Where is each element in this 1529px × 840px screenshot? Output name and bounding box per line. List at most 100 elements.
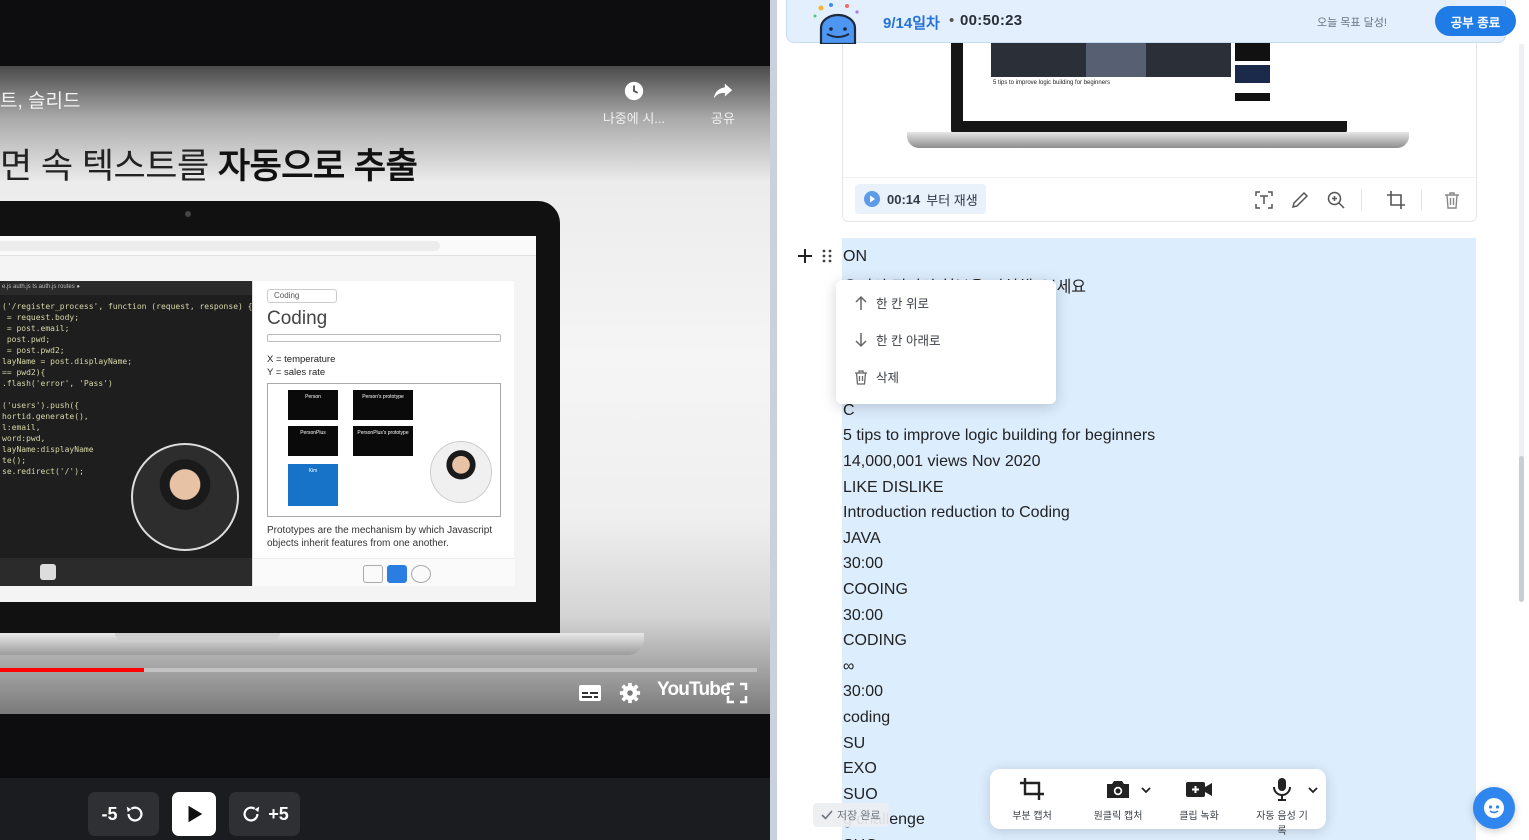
ocr-line: EXO [843,760,877,777]
share-button[interactable]: 공유 [683,80,763,127]
fig-box: Person [288,390,338,420]
microphone-icon [1273,778,1291,801]
code-line: = post.pwd2; [2,346,65,355]
play-button[interactable] [172,792,216,836]
chevron-down-icon[interactable] [1141,786,1151,794]
thumb-screen: 5 tips to improve logic building for beg… [963,43,1348,121]
end-study-button[interactable]: 공부 종료 [1435,6,1516,36]
ocr-line: SUO [843,786,878,803]
one-click-capture-label: 원클릭 캡처 [1093,811,1143,822]
slide-heading-light: 면 속 텍스트를 [0,147,218,186]
trash-icon[interactable] [1442,190,1462,210]
doc-caption: Prototypes are the mechanism by which Ja… [267,525,493,549]
ocr-line: COOING [843,581,908,598]
presenter-avatar [131,443,239,551]
thumb-side-video [1235,65,1270,83]
trash-icon [855,369,867,385]
code-line: == pwd2){ [2,368,46,377]
add-block-icon[interactable] [797,248,813,264]
video-pane: 트, 슬리드 면 속 텍스트를 자동으로 추출 나중에 시... 공유 e.js… [0,0,770,840]
pause-mini-icon [40,564,56,580]
fig-box: PersonPlus's prototype [353,426,413,456]
clip-record-label: 클립 녹화 [1179,811,1219,822]
chat-bot-icon [1484,798,1504,818]
play-circle-icon [864,191,880,207]
video-title[interactable]: 트, 슬리드 [0,86,80,113]
ocr-line: 5 tips to improve logic building for beg… [843,427,1156,444]
thumb-side-video [1235,93,1270,101]
clock-icon [624,81,644,101]
move-up-label: 한 칸 위로 [876,297,929,311]
ocr-line: 30:00 [843,555,884,572]
thumb-video [991,43,1231,77]
save-status-label: 저장 완료 [837,810,881,822]
watch-later-label: 나중에 시... [602,111,666,126]
fig-box: PersonPlus [288,426,338,456]
scrollbar-thumb[interactable] [1519,456,1524,602]
block-context-menu: 한 칸 위로 한 칸 아래로 삭제 [836,280,1056,404]
ocr-line: Introduction reduction to Coding [843,504,1070,521]
fullscreen-icon[interactable] [726,682,748,704]
capture-card: 5 tips to improve logic building for beg… [842,43,1477,222]
one-click-capture-button[interactable]: 원클릭 캡처 [1088,777,1148,822]
code-line: hortid.generate(), [2,412,89,421]
note-pane: 5 tips to improve logic building for beg… [777,0,1529,840]
zoom-icon[interactable] [1326,190,1346,210]
chevron-down-icon[interactable] [1308,786,1318,794]
fig-box: Kim [288,464,338,506]
ocr-line: LIKE DISLIKE [843,479,944,496]
partial-capture-button[interactable]: 부분 캡처 [1010,777,1054,822]
doc-footer [253,558,515,586]
doc-title: Coding [267,308,328,329]
study-timer: 00:50:23 [960,12,1023,29]
pen-icon[interactable] [1290,190,1310,210]
youtube-logo[interactable]: YouTube [657,679,731,701]
watch-later-button[interactable]: 나중에 시... [594,80,674,127]
mascot-icon [813,3,859,44]
crop-icon[interactable] [1386,190,1406,210]
settings-gear-icon[interactable] [619,682,641,704]
doc-xy: X = temperature Y = sales rate [267,353,335,379]
code-line: l:email, [2,423,41,432]
browser-bar [0,236,536,256]
video-laptop-screen: e.js auth.js ts auth.js routes ● ('/regi… [0,236,536,602]
slide-heading-bold: 자동으로 추출 [217,147,418,186]
text-extract-icon[interactable] [1254,190,1274,210]
block-handle [797,248,837,264]
video-laptop-notch [115,633,280,642]
move-down-item[interactable]: 한 칸 아래로 [836,321,1056,358]
toolbar-divider [1361,190,1362,210]
progress-bar[interactable] [0,668,757,672]
drag-handle-icon[interactable] [821,249,833,263]
clip-record-button[interactable]: 클립 녹화 [1176,777,1222,822]
rewind-5-button[interactable]: -5 [88,792,159,836]
ocr-line: CODING [843,632,907,649]
auto-voice-record-button[interactable]: 자동 음성 기록 [1252,777,1312,837]
thumb-presenter [1086,43,1146,77]
camera-icon [1107,781,1129,798]
check-icon [821,810,833,820]
webcam-dot [185,211,191,217]
doc-input-line [267,334,501,342]
code-panel: e.js auth.js ts auth.js routes ● ('/regi… [0,281,252,586]
move-up-item[interactable]: 한 칸 위로 [836,284,1056,321]
code-footer [0,558,252,586]
replay-from-button[interactable]: 00:14 부터 재생 [855,184,986,214]
delete-item[interactable]: 삭제 [836,358,1056,395]
code-line: = post.email; [2,324,70,333]
browser-url [0,241,440,251]
capture-action-bar: 부분 캡처 원클릭 캡처 클립 녹화 자동 음성 기록 [990,769,1326,837]
thumb-caption: 5 tips to improve logic building for beg… [993,80,1111,86]
progress-fill [0,668,144,672]
slide-heading: 면 속 텍스트를 자동으로 추출 [0,138,418,189]
chat-support-button[interactable] [1473,787,1515,829]
video-player[interactable]: 트, 슬리드 면 속 텍스트를 자동으로 추출 나중에 시... 공유 e.js… [0,66,770,714]
fig-box: Person's prototype [353,390,413,420]
move-down-label: 한 칸 아래로 [876,334,941,348]
subtitles-icon[interactable] [578,682,602,704]
video-camera-icon [1186,782,1212,797]
forward-5-button[interactable]: +5 [229,792,300,836]
doc-x: X = temperature [267,354,336,365]
pane-splitter[interactable] [770,0,777,840]
